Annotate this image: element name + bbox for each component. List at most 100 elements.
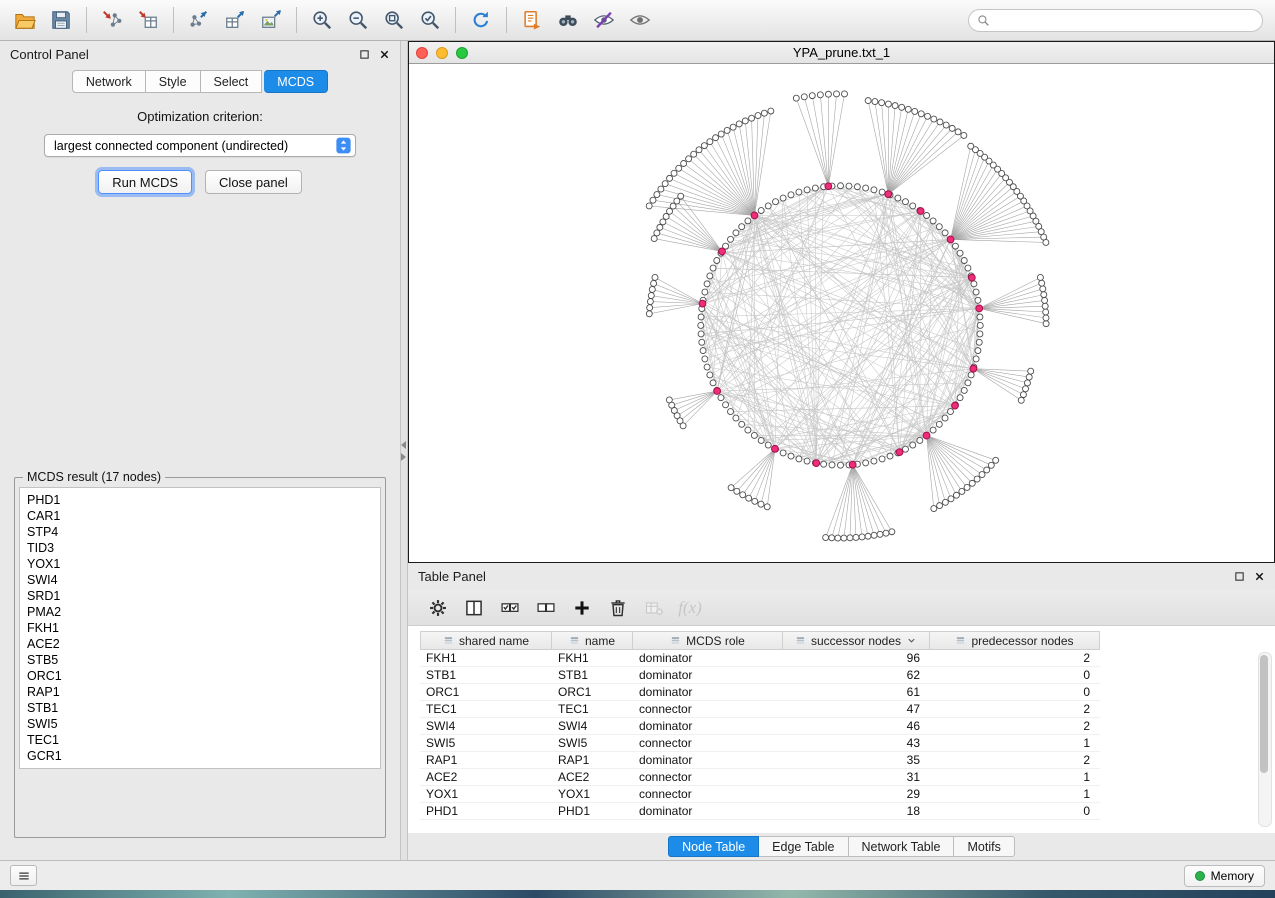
deselect-button[interactable]: [532, 594, 560, 622]
mcds-result-item[interactable]: PHD1: [27, 492, 373, 508]
mcds-result-item[interactable]: TEC1: [27, 732, 373, 748]
close-panel-action-button[interactable]: Close panel: [205, 170, 302, 194]
network-canvas[interactable]: PHD1CAR1STP4TID3YOX1SWI4SRD1PMA2FKH1ACE2…: [409, 64, 1274, 562]
tab-node-table[interactable]: Node Table: [668, 836, 759, 857]
mcds-result-item[interactable]: SWI4: [27, 572, 373, 588]
zoom-out-button[interactable]: [341, 4, 375, 36]
sort-icon: [443, 635, 454, 646]
mcds-node: TEC1: [896, 449, 903, 456]
refresh-icon: [470, 9, 492, 31]
column-header-successor-nodes[interactable]: successor nodes: [783, 631, 930, 650]
mcds-result-item[interactable]: GCR1: [27, 748, 373, 764]
mcds-result-title: MCDS result (17 nodes): [23, 470, 165, 484]
window-close-button[interactable]: [416, 47, 428, 59]
binoculars-button[interactable]: [551, 4, 585, 36]
table-row[interactable]: SWI4SWI4dominator462: [420, 718, 1100, 735]
mcds-result-list[interactable]: PHD1CAR1STP4TID3YOX1SWI4SRD1PMA2FKH1ACE2…: [19, 487, 381, 769]
memory-button[interactable]: Memory: [1184, 865, 1265, 887]
float-table-panel-button[interactable]: [1234, 571, 1245, 582]
window-minimize-button[interactable]: [436, 47, 448, 59]
column-header-shared-name[interactable]: shared name: [420, 631, 552, 650]
status-bar: Memory: [0, 860, 1275, 890]
mcds-node: GCR1: [813, 460, 820, 467]
export-table-button[interactable]: [218, 4, 252, 36]
zoom-fit-icon: [383, 9, 405, 31]
table-row[interactable]: SWI5SWI5connector431: [420, 735, 1100, 752]
tab-edge-table[interactable]: Edge Table: [759, 836, 848, 857]
tab-network[interactable]: Network: [72, 70, 146, 93]
float-panel-button[interactable]: [359, 49, 370, 60]
cell-mcds-role: connector: [633, 770, 783, 784]
import-network-button[interactable]: [95, 4, 129, 36]
search-input[interactable]: [995, 12, 1254, 28]
mcds-result-item[interactable]: RAP1: [27, 684, 373, 700]
refresh-button[interactable]: [464, 4, 498, 36]
table-scrollbar-thumb[interactable]: [1260, 655, 1268, 773]
mcds-result-item[interactable]: STB1: [27, 700, 373, 716]
toolbar-separator: [506, 7, 507, 33]
table-row[interactable]: FKH1FKH1dominator962: [420, 650, 1100, 667]
window-maximize-button[interactable]: [456, 47, 468, 59]
table-row[interactable]: PHD1PHD1dominator180: [420, 803, 1100, 820]
expand-right-icon: [401, 453, 406, 461]
mcds-result-item[interactable]: TID3: [27, 540, 373, 556]
table-row[interactable]: TEC1TEC1connector472: [420, 701, 1100, 718]
select-all-button[interactable]: [496, 594, 524, 622]
mcds-result-item[interactable]: STP4: [27, 524, 373, 540]
table-scrollbar[interactable]: [1258, 652, 1272, 827]
tab-motifs[interactable]: Motifs: [954, 836, 1014, 857]
run-mcds-button[interactable]: Run MCDS: [98, 170, 192, 194]
tab-select[interactable]: Select: [201, 70, 263, 93]
columns-button[interactable]: [460, 594, 488, 622]
table-row[interactable]: ACE2ACE2connector311: [420, 769, 1100, 786]
column-header-predecessor-nodes[interactable]: predecessor nodes: [930, 631, 1100, 650]
mcds-result-item[interactable]: SWI5: [27, 716, 373, 732]
eye-button[interactable]: [623, 4, 657, 36]
tab-network-table[interactable]: Network Table: [849, 836, 955, 857]
zoom-fit-button[interactable]: [377, 4, 411, 36]
trash-button[interactable]: [604, 594, 632, 622]
mcds-result-item[interactable]: PMA2: [27, 604, 373, 620]
table-row[interactable]: STB1STB1dominator620: [420, 667, 1100, 684]
add-button[interactable]: [568, 594, 596, 622]
mcds-result-item[interactable]: ACE2: [27, 636, 373, 652]
cell-mcds-role: connector: [633, 787, 783, 801]
save-button[interactable]: [44, 4, 78, 36]
menu-button[interactable]: [10, 865, 37, 886]
cell-mcds-role: dominator: [633, 651, 783, 665]
mcds-result-item[interactable]: FKH1: [27, 620, 373, 636]
export-image-button[interactable]: [254, 4, 288, 36]
tab-style[interactable]: Style: [146, 70, 201, 93]
column-header-mcds-role[interactable]: MCDS role: [633, 631, 783, 650]
float-icon: [1234, 571, 1245, 582]
column-header-name[interactable]: name: [552, 631, 633, 650]
optimization-select[interactable]: largest connected component (undirected): [44, 134, 356, 157]
panel-splitter[interactable]: [400, 41, 408, 860]
import-table-button[interactable]: [131, 4, 165, 36]
table-row[interactable]: RAP1RAP1dominator352: [420, 752, 1100, 769]
desktop-wallpaper-strip: [0, 890, 1275, 898]
close-panel-button[interactable]: [379, 49, 390, 60]
zoom-selected-button[interactable]: [413, 4, 447, 36]
close-table-panel-button[interactable]: [1254, 571, 1265, 582]
table-row[interactable]: ORC1ORC1dominator610: [420, 684, 1100, 701]
mcds-result-item[interactable]: SRD1: [27, 588, 373, 604]
mcds-result-item[interactable]: ORC1: [27, 668, 373, 684]
columns-icon: [464, 598, 484, 618]
open-folder-button[interactable]: [8, 4, 42, 36]
tab-mcds[interactable]: MCDS: [264, 70, 328, 93]
mcds-node: TID3: [947, 236, 954, 243]
mcds-result-item[interactable]: CAR1: [27, 508, 373, 524]
mcds-result-item[interactable]: YOX1: [27, 556, 373, 572]
mcds-node: STB5: [699, 300, 706, 307]
zoom-in-button[interactable]: [305, 4, 339, 36]
hide-details-button[interactable]: [587, 4, 621, 36]
table-row[interactable]: YOX1YOX1connector291: [420, 786, 1100, 803]
select-all-icon: [500, 598, 520, 618]
import-table-icon: [137, 9, 159, 31]
column-label: predecessor nodes: [971, 634, 1073, 648]
gear-button[interactable]: [424, 594, 452, 622]
share-document-button[interactable]: [515, 4, 549, 36]
export-network-button[interactable]: [182, 4, 216, 36]
mcds-result-item[interactable]: STB5: [27, 652, 373, 668]
